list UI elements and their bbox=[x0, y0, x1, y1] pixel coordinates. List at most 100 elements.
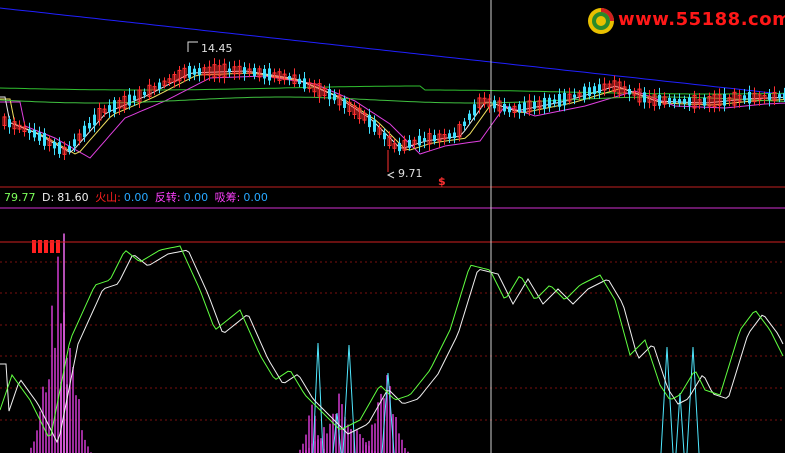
reversal-value: 0.00 bbox=[183, 191, 209, 204]
candle-down bbox=[678, 99, 681, 104]
candle-down bbox=[253, 67, 256, 77]
candle-down bbox=[553, 99, 556, 104]
candle-down bbox=[453, 132, 456, 139]
candle-down bbox=[228, 68, 231, 73]
candle-down bbox=[193, 68, 196, 75]
candle-down bbox=[548, 97, 551, 108]
candle-down bbox=[723, 93, 726, 106]
candle-down bbox=[423, 138, 426, 142]
candle-down bbox=[583, 86, 586, 100]
candle-down bbox=[343, 99, 346, 108]
candle-down bbox=[778, 94, 781, 99]
candle-down bbox=[433, 135, 436, 142]
candle-down bbox=[518, 104, 521, 113]
candle-down bbox=[288, 76, 291, 80]
watermark-text: www.55188.com bbox=[618, 9, 785, 30]
chart-canvas[interactable] bbox=[0, 0, 785, 453]
candle-down bbox=[418, 135, 421, 146]
candle-down bbox=[328, 89, 331, 100]
candle-down bbox=[368, 114, 371, 128]
candle-down bbox=[473, 104, 476, 116]
candle-down bbox=[668, 97, 671, 104]
candle-down bbox=[643, 92, 646, 103]
high-marker bbox=[187, 41, 198, 52]
candle-down bbox=[158, 82, 161, 90]
accumulate-label: 吸筹: bbox=[214, 191, 241, 204]
candle-down bbox=[628, 89, 631, 95]
candle-down bbox=[73, 139, 76, 147]
accumulate-value: 0.00 bbox=[243, 191, 268, 204]
candle-down bbox=[523, 102, 526, 113]
candle-down bbox=[398, 142, 401, 152]
d-value: 81.60 bbox=[57, 191, 89, 204]
candle-down bbox=[128, 94, 131, 106]
candle-down bbox=[463, 121, 466, 127]
candle-down bbox=[58, 142, 61, 154]
reversal-spike bbox=[660, 346, 674, 453]
candle-down bbox=[383, 132, 386, 140]
indicator-values-bar: 79.77 D: 81.60 火山: 0.00 反转: 0.00 吸筹: 0.00 bbox=[4, 190, 271, 206]
ma-line-white bbox=[0, 70, 785, 154]
candle-down bbox=[68, 145, 71, 152]
reversal-spike bbox=[686, 346, 700, 453]
candle-down bbox=[188, 65, 191, 78]
candle-down bbox=[198, 68, 201, 75]
candle-down bbox=[28, 129, 31, 133]
candle-down bbox=[43, 133, 46, 146]
candle-down bbox=[573, 94, 576, 98]
candle-down bbox=[493, 100, 496, 109]
candle-down bbox=[558, 94, 561, 107]
candle-down bbox=[53, 141, 56, 149]
candle-down bbox=[598, 84, 601, 93]
high-price-label: 14.45 bbox=[201, 42, 233, 55]
candle-down bbox=[683, 99, 686, 104]
candle-down bbox=[243, 67, 246, 74]
d-label: D: bbox=[42, 191, 55, 204]
candle-down bbox=[143, 91, 146, 96]
candle-down bbox=[593, 86, 596, 94]
reversal-spike bbox=[332, 412, 342, 453]
volcano-value: 0.00 bbox=[123, 191, 149, 204]
reversal-label: 反转: bbox=[154, 191, 181, 204]
ma-line-green bbox=[0, 85, 785, 95]
candle-down bbox=[468, 113, 471, 120]
candle-down bbox=[503, 103, 506, 112]
candle-down bbox=[133, 95, 136, 101]
low-price-label: 9.71 bbox=[398, 167, 423, 180]
candle-down bbox=[408, 139, 411, 148]
candle-down bbox=[533, 101, 536, 109]
candle-down bbox=[563, 92, 566, 106]
candle-down bbox=[508, 106, 511, 113]
candle-down bbox=[83, 125, 86, 138]
candle-down bbox=[298, 78, 301, 85]
candle-down bbox=[373, 120, 376, 132]
candle-down bbox=[748, 91, 751, 104]
candle-down bbox=[268, 68, 271, 81]
candle-down bbox=[93, 114, 96, 126]
candle-down bbox=[743, 95, 746, 101]
candle-down bbox=[768, 93, 771, 100]
candle-down bbox=[448, 133, 451, 139]
site-logo-icon bbox=[588, 8, 614, 34]
candle-down bbox=[303, 78, 306, 89]
candle-down bbox=[543, 97, 546, 109]
candle-down bbox=[113, 100, 116, 113]
site-watermark: www.55188.com bbox=[586, 6, 785, 36]
buy-signal-marker: $ bbox=[438, 175, 446, 188]
ma-line-yellow bbox=[0, 72, 785, 155]
candle-down bbox=[688, 97, 691, 106]
candle-down bbox=[8, 119, 11, 128]
candle-down bbox=[33, 129, 36, 138]
stock-chart-screen: www.55188.com 14.45 9.71 $ 79.77 D: 81.60… bbox=[0, 0, 785, 453]
candle-down bbox=[88, 123, 91, 129]
candle-down bbox=[108, 105, 111, 113]
candle-down bbox=[703, 97, 706, 106]
candle-down bbox=[263, 68, 266, 79]
k-value: 79.77 bbox=[4, 191, 36, 204]
candle-down bbox=[38, 132, 41, 141]
k-line bbox=[0, 245, 784, 437]
candle-down bbox=[333, 93, 336, 101]
candle-down bbox=[658, 94, 661, 106]
low-marker bbox=[386, 171, 395, 179]
volcano-label: 火山: bbox=[95, 191, 121, 204]
